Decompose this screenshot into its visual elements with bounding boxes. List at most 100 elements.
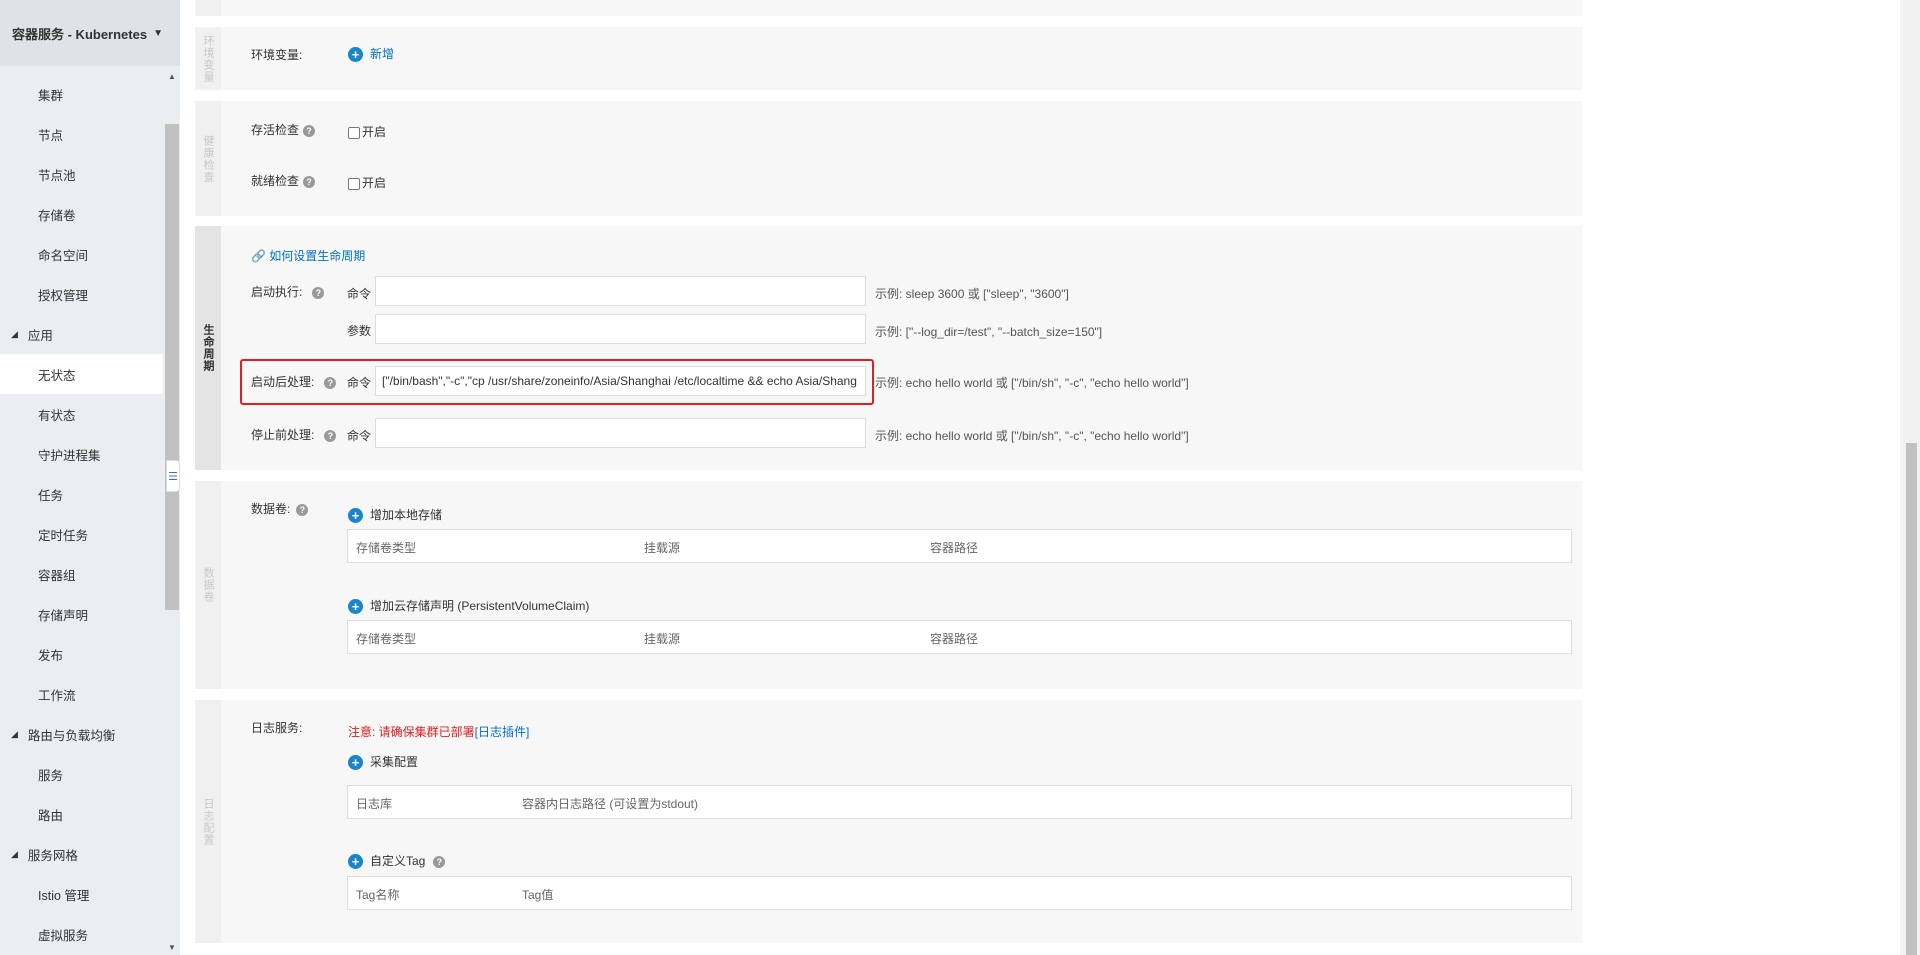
section-tab-logs[interactable]: 日志配置 [195, 700, 221, 943]
poststart-command-hint: 示例: echo hello world 或 ["/bin/sh", "-c",… [875, 376, 1189, 390]
poststart-command-input[interactable]: ["/bin/bash","-c","cp /usr/share/zoneinf… [375, 366, 866, 396]
sidebar: 容器服务 - Kubernetes ▼ 集群 节点 节点池 存储卷 命名空间 授权管理 ◢ 应… [0, 0, 180, 955]
sidebar-item-12[interactable]: 容器组 [0, 554, 163, 594]
sidebar-scrollbar[interactable]: ▲ ▼ [165, 70, 179, 955]
sidebar-item-0[interactable]: 集群 [0, 74, 163, 114]
lifecycle-help-link[interactable]: 🔗 如何设置生命周期 [251, 247, 365, 264]
scroll-down-icon[interactable]: ▼ [165, 941, 179, 955]
sidebar-item-10[interactable]: 任务 [0, 474, 163, 514]
sidebar-item-17[interactable]: 服务 [0, 754, 163, 794]
sidebar-item-15[interactable]: 工作流 [0, 674, 163, 714]
page-scrollbar-thumb[interactable] [1906, 443, 1917, 955]
sidebar-group-label: 应用 [27, 328, 53, 343]
prestop-command-input[interactable] [375, 418, 866, 448]
sidebar-item-14[interactable]: 发布 [0, 634, 163, 674]
sidebar-item-label: 容器组 [38, 568, 76, 583]
col-logstore: 日志库 [356, 797, 393, 811]
add-local-storage-button[interactable]: + 增加本地存储 [348, 506, 442, 524]
sidebar-item-2[interactable]: 节点池 [0, 154, 163, 194]
section-tab-lifecycle[interactable]: 生命周期 [195, 226, 221, 470]
poststart-command-label: 命令 [347, 376, 372, 390]
sidebar-group-19[interactable]: ◢ 服务网格 [0, 834, 163, 874]
sidebar-item-label: 有状态 [38, 408, 76, 423]
sidebar-menu: 集群 节点 节点池 存储卷 命名空间 授权管理 ◢ 应用 无状态 有状态 守护进程集 任务 定时任务 容器… [0, 74, 163, 955]
help-icon[interactable]: ? [433, 855, 446, 868]
readiness-label: 就绪检查? [251, 172, 316, 189]
sidebar-group-6[interactable]: ◢ 应用 [0, 314, 163, 354]
section-tab-health[interactable]: 健康检查 [195, 101, 221, 216]
col-mount-source: 挂载源 [644, 541, 681, 555]
collect-table-header: 日志库 容器内日志路径 (可设置为stdout) [347, 785, 1572, 819]
start-args-input[interactable] [375, 314, 866, 344]
sidebar-item-11[interactable]: 定时任务 [0, 514, 163, 554]
plus-icon: + [348, 755, 363, 771]
help-icon[interactable]: ? [296, 503, 309, 516]
col-volume-type: 存储卷类型 [356, 632, 417, 646]
readiness-enable-checkbox[interactable]: 开启 [348, 174, 386, 191]
start-command-hint: 示例: sleep 3600 或 ["sleep", "3600"] [875, 287, 1069, 301]
start-command-label: 命令 [347, 287, 372, 301]
sidebar-group-16[interactable]: ◢ 路由与负载均衡 [0, 714, 163, 754]
sidebar-item-label: 路由 [38, 808, 64, 823]
env-label: 环境变量: [251, 48, 303, 62]
section-tab-env[interactable]: 环境变量 [195, 27, 221, 90]
help-icon[interactable]: ? [303, 175, 316, 188]
sidebar-item-9[interactable]: 守护进程集 [0, 434, 163, 474]
plus-icon: + [348, 599, 363, 615]
plus-icon: + [348, 508, 363, 524]
section-health: 健康检查 存活检查? 开启 就绪检查? 开启 [195, 101, 1582, 216]
section-tab-volumes[interactable]: 数据卷 [195, 481, 221, 689]
sidebar-title-text: 容器服务 - Kubernetes [12, 26, 148, 42]
plus-icon: + [348, 47, 363, 63]
add-pvc-button[interactable]: + 增加云存储声明 (PersistentVolumeClaim) [348, 597, 589, 615]
prestop-label: 停止前处理:? [251, 426, 337, 443]
help-icon[interactable]: ? [324, 429, 337, 442]
sidebar-item-label: 服务 [38, 768, 64, 783]
sidebar-item-21[interactable]: 虚拟服务 [0, 914, 163, 954]
local-storage-table-header: 存储卷类型 挂载源 容器路径 [347, 529, 1572, 563]
scroll-up-icon[interactable]: ▲ [165, 70, 179, 84]
sidebar-item-13[interactable]: 存储声明 [0, 594, 163, 634]
col-log-path: 容器内日志路径 (可设置为stdout) [522, 797, 699, 811]
logs-notice: 注意: 请确保集群已部署[日志插件] [348, 725, 530, 739]
sidebar-title[interactable]: 容器服务 - Kubernetes ▼ [0, 0, 180, 66]
logs-label: 日志服务: [251, 721, 303, 735]
collect-config-button[interactable]: + 采集配置 [348, 753, 418, 771]
start-command-input[interactable] [375, 276, 866, 306]
sidebar-group-label: 服务网格 [27, 848, 78, 863]
help-icon[interactable]: ? [303, 124, 316, 137]
page-scrollbar[interactable] [1903, 0, 1920, 955]
link-icon: 🔗 [251, 249, 266, 263]
sidebar-item-1[interactable]: 节点 [0, 114, 163, 154]
col-container-path: 容器路径 [930, 541, 979, 555]
log-plugin-link[interactable]: [日志插件] [475, 725, 530, 739]
section-previous [195, 0, 1582, 16]
scrollbar-thumb[interactable] [165, 124, 179, 610]
sidebar-item-3[interactable]: 存储卷 [0, 194, 163, 234]
col-tag-name: Tag名称 [356, 888, 400, 902]
sidebar-item-label: 命名空间 [38, 248, 89, 263]
sidebar-item-5[interactable]: 授权管理 [0, 274, 163, 314]
checkbox-icon[interactable] [348, 177, 360, 190]
help-icon[interactable]: ? [312, 286, 325, 299]
sidebar-item-label: 任务 [38, 488, 64, 503]
caret-down-icon: ◢ [11, 848, 18, 859]
sidebar-item-4[interactable]: 命名空间 [0, 234, 163, 274]
sidebar-item-18[interactable]: 路由 [0, 794, 163, 834]
menu-toggle-icon[interactable]: ☰ [166, 460, 180, 492]
env-add-button[interactable]: + 新增 [348, 45, 394, 63]
sidebar-item-label: 授权管理 [38, 288, 89, 303]
section-env: 环境变量 环境变量: + 新增 [195, 27, 1582, 90]
help-icon[interactable]: ? [324, 376, 337, 389]
sidebar-item-7[interactable]: 无状态 [0, 354, 163, 394]
main-content: 环境变量 环境变量: + 新增 健康检查 存活检查? 开启 就绪检查? 开启 生命… [180, 0, 1900, 955]
sidebar-item-8[interactable]: 有状态 [0, 394, 163, 434]
col-volume-type: 存储卷类型 [356, 541, 417, 555]
sidebar-item-label: 无状态 [38, 368, 76, 383]
liveness-enable-checkbox[interactable]: 开启 [348, 123, 386, 140]
volumes-label: 数据卷:? [251, 500, 309, 517]
checkbox-icon[interactable] [348, 126, 360, 139]
sidebar-item-20[interactable]: Istio 管理 [0, 874, 163, 914]
caret-down-icon: ◢ [11, 728, 18, 739]
custom-tag-button[interactable]: + 自定义Tag? [348, 852, 446, 870]
